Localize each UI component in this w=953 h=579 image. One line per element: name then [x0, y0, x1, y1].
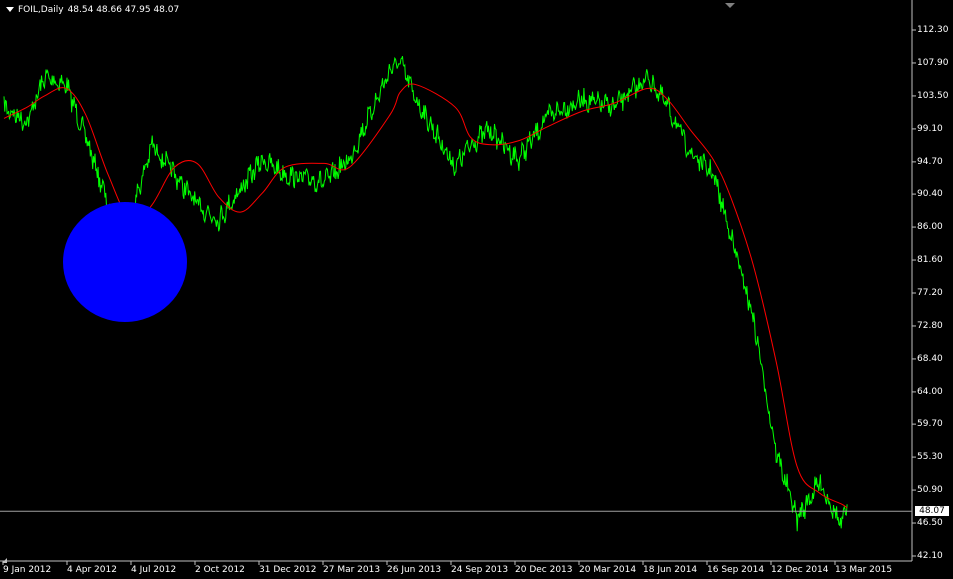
y-tick-label: 50.90	[917, 485, 943, 496]
current-price-label: 48.07	[915, 506, 949, 517]
y-tick-label: 72.80	[917, 320, 943, 331]
x-tick-label: 4 Apr 2012	[67, 565, 117, 575]
y-tick-label: 55.30	[917, 452, 943, 463]
y-tick-label: 46.50	[917, 518, 943, 529]
x-tick-label: 9 Jan 2012	[3, 565, 52, 575]
x-tick-label: 24 Sep 2013	[451, 565, 509, 575]
x-tick-label: 20 Mar 2014	[579, 565, 637, 575]
y-tick-label: 94.70	[917, 156, 943, 167]
x-tick-label: 4 Jul 2012	[131, 565, 177, 575]
y-tick-label: 64.00	[917, 386, 943, 397]
y-tick-label: 112.30	[917, 25, 949, 35]
y-tick-label: 59.70	[917, 419, 943, 430]
chart-ohlc: 48.54 48.66 47.95 48.07	[67, 5, 180, 15]
y-tick-label: 81.60	[917, 255, 943, 266]
x-tick-label: 20 Dec 2013	[515, 565, 573, 575]
x-tick-label: 13 Mar 2015	[835, 565, 893, 575]
y-tick-label: 86.00	[917, 222, 943, 233]
y-tick-label: 99.10	[917, 123, 943, 134]
x-tick-label: 26 Jun 2013	[387, 565, 442, 575]
shift-marker-icon[interactable]	[725, 3, 735, 8]
x-tick-label: 31 Dec 2012	[259, 565, 317, 575]
chart-menu-triangle-icon[interactable]	[6, 7, 14, 12]
x-tick-label: 16 Sep 2014	[707, 565, 765, 575]
chart-symbol: FOIL,Daily	[18, 5, 64, 15]
x-tick-label: 2 Oct 2012	[195, 565, 245, 575]
blue-ellipse-marker	[63, 202, 187, 322]
x-tick-label: 18 Jun 2014	[643, 565, 698, 575]
y-tick-label: 42.10	[917, 551, 943, 561]
y-tick-label: 107.90	[917, 57, 949, 68]
y-tick-label: 103.50	[917, 90, 949, 101]
y-tick-label: 68.40	[917, 353, 943, 364]
chart-header: FOIL,Daily 48.54 48.66 47.95 48.07	[6, 4, 183, 16]
y-tick-label: 77.20	[917, 288, 943, 298]
price-chart[interactable]	[0, 0, 953, 579]
x-tick-label: 12 Dec 2014	[771, 565, 829, 575]
y-tick-label: 90.40	[917, 189, 943, 200]
x-tick-label: 27 Mar 2013	[323, 565, 381, 575]
